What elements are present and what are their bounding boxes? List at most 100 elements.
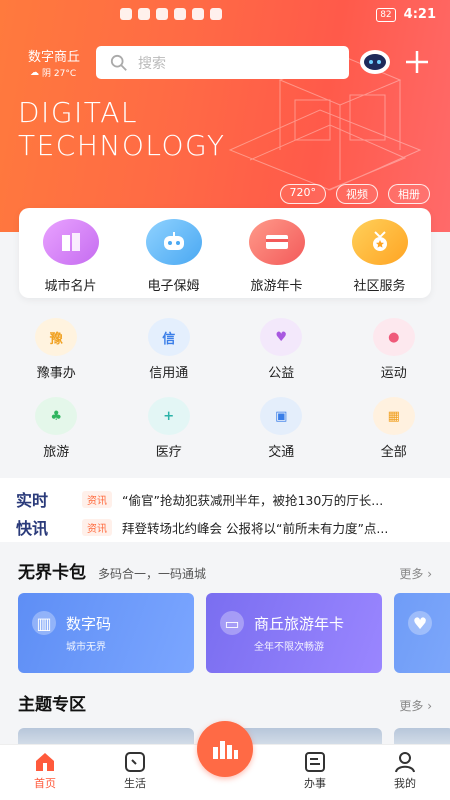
- add-icon[interactable]: [403, 48, 431, 76]
- service-yu-shi-ban[interactable]: 豫 豫事办: [0, 318, 113, 381]
- building-icon: [42, 219, 99, 265]
- themes-more-link[interactable]: 更多 ›: [399, 697, 432, 714]
- service-all[interactable]: ▦ 全部: [338, 397, 450, 460]
- card-tourism[interactable]: ▭ 商丘旅游年卡 全年不限次畅游: [206, 593, 382, 673]
- service-sports[interactable]: ● 运动: [338, 318, 450, 381]
- news-text: 拜登转场北约峰会 公报将以“前所未有力度”点...: [122, 520, 389, 536]
- quick-label: 社区服务: [353, 279, 406, 294]
- profile-icon: [395, 752, 415, 773]
- service-credit[interactable]: 信 信用通: [113, 318, 226, 381]
- city-center-icon: [213, 741, 238, 759]
- service-medical[interactable]: + 医疗: [113, 397, 226, 460]
- status-bar: 82 4:21: [0, 0, 450, 30]
- service-label: 交通: [268, 445, 295, 460]
- wallet-cards: ▥ 数字码 城市无界 ▭ 商丘旅游年卡 全年不限次畅游 ♥: [18, 593, 450, 673]
- tag-video[interactable]: 视频: [336, 184, 378, 204]
- card-title: 商丘旅游年卡: [254, 614, 345, 633]
- card-icon: ▭: [220, 611, 244, 635]
- tab-home[interactable]: 首页: [0, 745, 90, 800]
- robot-icon: [145, 219, 202, 265]
- service-traffic[interactable]: ▣ 交通: [225, 397, 338, 460]
- section-title: 主题专区: [18, 695, 86, 715]
- search-icon: [110, 54, 127, 71]
- wallet-section-header: 无界卡包 多码合一，一码通城 更多 ›: [18, 558, 432, 583]
- card-third[interactable]: ♥: [394, 593, 450, 673]
- hero-title-line1: DIGITAL: [18, 96, 138, 129]
- hero-tags: 720° 视频 相册: [279, 184, 430, 204]
- service-label: 旅游: [43, 445, 70, 460]
- chevron-right-icon: ›: [427, 699, 432, 713]
- heart-icon: ♥: [408, 611, 432, 635]
- service-charity[interactable]: ♥ 公益: [225, 318, 338, 381]
- chevron-right-icon: ›: [427, 567, 432, 581]
- card-icon: [248, 219, 305, 265]
- tab-label: 生活: [124, 777, 146, 790]
- quick-label: 电子保姆: [147, 279, 200, 294]
- hero-title: DIGITAL TECHNOLOGY: [18, 96, 225, 162]
- news-ticker: 实时 资讯 “偷官”抢劫犯获减刑半年，被抢130万的厅长... 快讯 资讯 拜登…: [0, 478, 450, 542]
- quick-item-community[interactable]: 社区服务: [335, 219, 425, 298]
- themes-section-header: 主题专区 更多 ›: [18, 690, 432, 715]
- quick-label: 城市名片: [44, 279, 97, 294]
- tab-affairs[interactable]: 办事: [270, 745, 360, 800]
- tag-720[interactable]: 720°: [279, 184, 326, 204]
- quick-label: 旅游年卡: [250, 279, 303, 294]
- quick-services-card: 城市名片 电子保姆 旅游年卡 社区服务: [19, 208, 431, 298]
- battery-indicator: 82: [376, 7, 396, 22]
- weather-text: 阴 27°C: [42, 69, 77, 79]
- service-label: 豫事办: [36, 366, 76, 381]
- section-title: 无界卡包: [18, 563, 86, 583]
- service-label: 医疗: [155, 445, 182, 460]
- service-label: 运动: [380, 366, 407, 381]
- card-title: 数字码: [66, 614, 112, 633]
- clock: 4:21: [403, 7, 436, 22]
- search-input[interactable]: 搜索: [96, 46, 349, 79]
- tab-label: 办事: [304, 777, 326, 790]
- life-icon: [125, 752, 145, 772]
- medal-icon: [351, 219, 408, 265]
- service-tourism[interactable]: ♣ 旅游: [0, 397, 113, 460]
- tab-profile[interactable]: 我的: [360, 745, 450, 800]
- service-label: 信用通: [149, 366, 189, 381]
- service-label: 全部: [380, 445, 407, 460]
- news-tag: 资讯: [82, 518, 112, 536]
- robot-assistant-icon[interactable]: [359, 48, 391, 76]
- quick-item-e-nanny[interactable]: 电子保姆: [129, 219, 219, 298]
- news-item[interactable]: 实时 资讯 “偷官”抢劫犯获减刑半年，被抢130万的厅长...: [16, 487, 440, 511]
- palm-tree-icon: ♣: [35, 397, 78, 435]
- tab-label: 首页: [34, 777, 56, 790]
- card-subtitle: 城市无界: [66, 642, 106, 653]
- section-subtitle: 多码合一，一码通城: [98, 567, 207, 581]
- city-name[interactable]: 数字商丘: [28, 46, 80, 65]
- card-digital-code[interactable]: ▥ 数字码 城市无界: [18, 593, 194, 673]
- tag-album[interactable]: 相册: [388, 184, 430, 204]
- hero-banner[interactable]: 82 4:21 数字商丘 ☁ 阴 27°C 搜索 DIGITAL TECHNOL…: [0, 0, 450, 232]
- bus-icon: ▣: [260, 397, 303, 435]
- tab-life[interactable]: 生活: [90, 745, 180, 800]
- shield-icon: 信: [147, 318, 190, 356]
- tab-label: 我的: [394, 777, 416, 790]
- grid-all-icon: ▦: [372, 397, 415, 435]
- cloud-icon: ☁: [30, 67, 39, 78]
- affairs-icon: [305, 752, 325, 772]
- status-icons: [120, 8, 222, 20]
- news-tag: 资讯: [82, 490, 112, 508]
- news-text: “偷官”抢劫犯获减刑半年，被抢130万的厅长...: [122, 492, 384, 508]
- service-label: 公益: [268, 366, 295, 381]
- search-placeholder: 搜索: [138, 55, 166, 72]
- news-item[interactable]: 快讯 资讯 拜登转场北约峰会 公报将以“前所未有力度”点...: [16, 515, 440, 539]
- more-label: 更多: [399, 699, 424, 713]
- more-label: 更多: [399, 567, 424, 581]
- news-badge: 快讯: [16, 519, 49, 538]
- weather-info: ☁ 阴 27°C: [30, 66, 77, 80]
- hero-title-line2: TECHNOLOGY: [18, 129, 226, 162]
- news-badge: 实时: [16, 491, 49, 510]
- service-grid: 豫 豫事办 信 信用通 ♥ 公益 ● 运动 ♣ 旅游 + 医疗 ▣ 交通 ▦ 全…: [0, 318, 450, 460]
- wallet-more-link[interactable]: 更多 ›: [399, 565, 432, 582]
- quick-item-tourism-card[interactable]: 旅游年卡: [232, 219, 322, 298]
- city-center-button[interactable]: [197, 721, 253, 777]
- piggy-bank-icon: ♥: [260, 318, 303, 356]
- card-subtitle: 全年不限次畅游: [254, 642, 324, 653]
- quick-item-city-card[interactable]: 城市名片: [26, 219, 116, 298]
- yu-icon: 豫: [35, 318, 78, 356]
